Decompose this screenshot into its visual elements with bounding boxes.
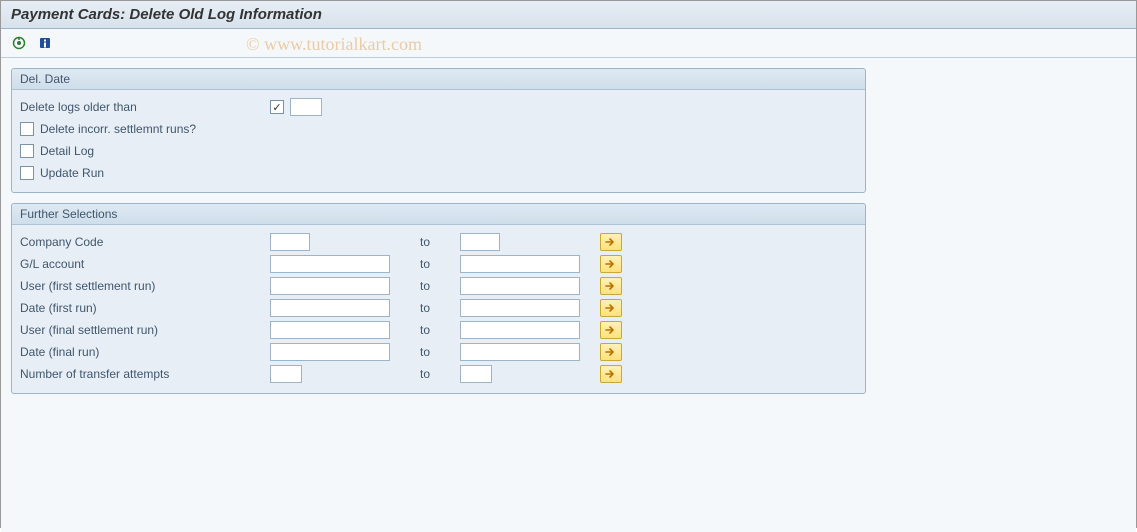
content-area: Del. Date Delete logs older than ✓ Delet… — [1, 58, 1136, 532]
multiple-selection-button[interactable] — [600, 321, 622, 339]
chk-incorr-label: Delete incorr. settlemnt runs? — [40, 122, 196, 136]
page-title: Payment Cards: Delete Old Log Informatio… — [11, 6, 1126, 23]
arrow-right-icon — [605, 325, 617, 335]
to-input[interactable] — [460, 343, 580, 361]
to-input[interactable] — [460, 277, 580, 295]
to-input[interactable] — [460, 233, 500, 251]
group-del-date-header: Del. Date — [12, 69, 865, 90]
selection-row: Company Code to — [20, 231, 857, 253]
to-label: to — [420, 367, 460, 381]
multiple-selection-button[interactable] — [600, 299, 622, 317]
arrow-right-icon — [605, 347, 617, 357]
chk-detail-log[interactable] — [20, 144, 34, 158]
to-label: to — [420, 257, 460, 271]
from-input[interactable] — [270, 343, 390, 361]
group-del-date: Del. Date Delete logs older than ✓ Delet… — [11, 68, 866, 193]
from-input[interactable] — [270, 277, 390, 295]
arrow-right-icon — [605, 303, 617, 313]
from-input[interactable] — [270, 365, 302, 383]
to-label: to — [420, 279, 460, 293]
group-further-header: Further Selections — [12, 204, 865, 225]
selection-label: Number of transfer attempts — [20, 367, 270, 381]
chk-detail-label: Detail Log — [40, 144, 94, 158]
arrow-right-icon — [605, 281, 617, 291]
to-label: to — [420, 323, 460, 337]
multiple-selection-button[interactable] — [600, 277, 622, 295]
to-label: to — [420, 301, 460, 315]
chk-update-label: Update Run — [40, 166, 104, 180]
execute-button[interactable] — [9, 33, 29, 53]
delete-older-label: Delete logs older than — [20, 100, 270, 114]
from-input[interactable] — [270, 321, 390, 339]
selection-row: G/L account to — [20, 253, 857, 275]
to-label: to — [420, 235, 460, 249]
selection-label: User (first settlement run) — [20, 279, 270, 293]
delete-older-input[interactable] — [290, 98, 322, 116]
arrow-right-icon — [605, 237, 617, 247]
to-input[interactable] — [460, 255, 580, 273]
multiple-selection-button[interactable] — [600, 365, 622, 383]
delete-older-required-icon: ✓ — [270, 100, 284, 114]
selection-label: User (final settlement run) — [20, 323, 270, 337]
from-input[interactable] — [270, 299, 390, 317]
info-button[interactable] — [35, 33, 55, 53]
to-input[interactable] — [460, 299, 580, 317]
multiple-selection-button[interactable] — [600, 255, 622, 273]
selection-label: Date (final run) — [20, 345, 270, 359]
selection-label: G/L account — [20, 257, 270, 271]
multiple-selection-button[interactable] — [600, 343, 622, 361]
selection-row: Number of transfer attempts to — [20, 363, 857, 385]
multiple-selection-button[interactable] — [600, 233, 622, 251]
selection-row: User (final settlement run) to — [20, 319, 857, 341]
to-input[interactable] — [460, 321, 580, 339]
selection-row: User (first settlement run) to — [20, 275, 857, 297]
selection-label: Date (first run) — [20, 301, 270, 315]
group-further-selections: Further Selections Company CodetoG/L acc… — [11, 203, 866, 394]
chk-incorr-settlement[interactable] — [20, 122, 34, 136]
arrow-right-icon — [605, 259, 617, 269]
title-bar: Payment Cards: Delete Old Log Informatio… — [1, 1, 1136, 29]
to-label: to — [420, 345, 460, 359]
to-input[interactable] — [460, 365, 492, 383]
arrow-right-icon — [605, 369, 617, 379]
execute-icon — [12, 36, 26, 50]
selection-label: Company Code — [20, 235, 270, 249]
from-input[interactable] — [270, 255, 390, 273]
from-input[interactable] — [270, 233, 310, 251]
selection-row: Date (first run) to — [20, 297, 857, 319]
chk-update-run[interactable] — [20, 166, 34, 180]
toolbar — [1, 29, 1136, 58]
selection-row: Date (final run) to — [20, 341, 857, 363]
info-icon — [38, 36, 52, 50]
